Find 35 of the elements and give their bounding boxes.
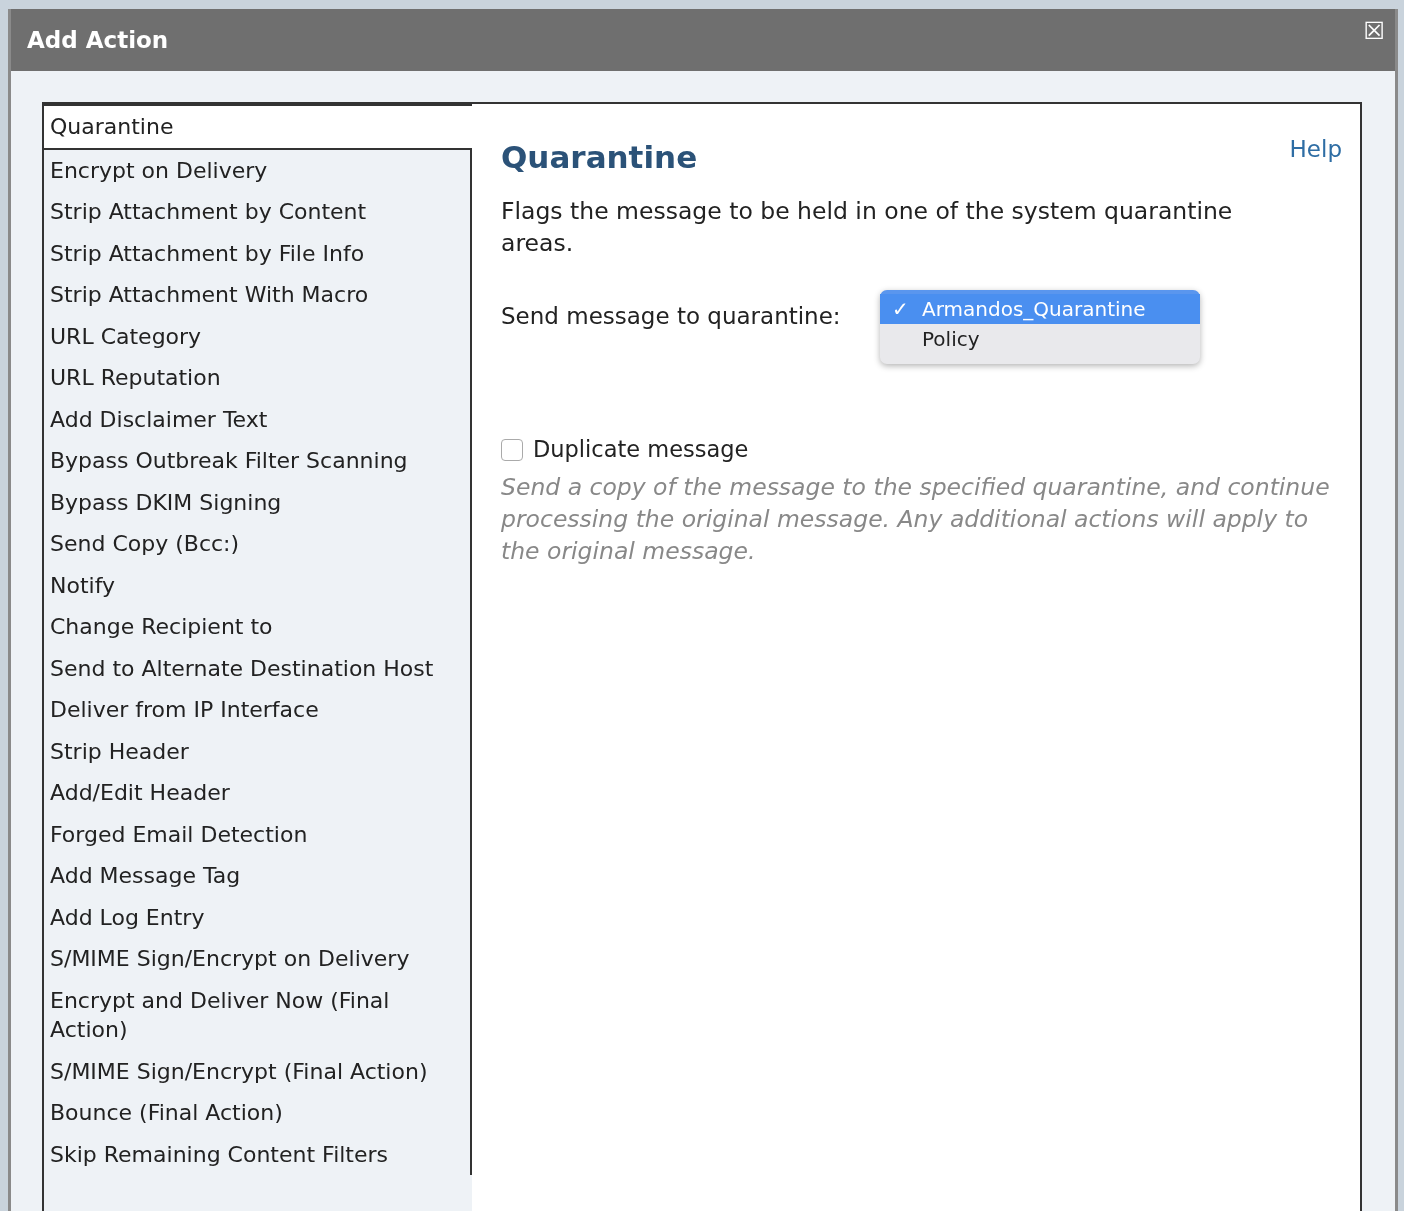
action-item[interactable]: Encrypt and Deliver Now (Final Action)	[44, 979, 472, 1051]
action-item[interactable]: Strip Header	[44, 730, 472, 772]
help-link[interactable]: Help	[1289, 132, 1342, 167]
close-button[interactable]: ☒	[1363, 19, 1385, 43]
quarantine-option[interactable]: Policy	[880, 324, 1200, 354]
action-item[interactable]: URL Reputation	[44, 357, 472, 399]
action-item[interactable]: URL Category	[44, 315, 472, 357]
action-item[interactable]: Add Message Tag	[44, 855, 472, 897]
action-item[interactable]: Deliver from IP Interface	[44, 689, 472, 731]
duplicate-checkbox[interactable]	[501, 438, 523, 461]
duplicate-label: Duplicate message	[533, 435, 749, 464]
action-item[interactable]: Strip Attachment by Content	[44, 191, 472, 233]
action-item[interactable]: Notify	[44, 564, 472, 606]
action-item[interactable]: Bypass Outbreak Filter Scanning	[44, 440, 472, 482]
action-item[interactable]: Strip Attachment by File Info	[44, 232, 472, 274]
action-item[interactable]: Forged Email Detection	[44, 813, 472, 855]
action-item[interactable]: Send to Alternate Destination Host	[44, 647, 472, 689]
action-item[interactable]: S/MIME Sign/Encrypt (Final Action)	[44, 1050, 472, 1092]
action-item[interactable]: Skip Remaining Content Filters	[44, 1133, 472, 1175]
action-description: Flags the message to be held in one of the system quarantine areas.	[501, 195, 1234, 259]
action-item[interactable]: Quarantine	[44, 104, 472, 150]
dialog-title: Add Action	[27, 25, 169, 55]
action-heading: Quarantine	[501, 138, 698, 177]
action-item[interactable]: Encrypt on Delivery	[44, 149, 472, 191]
action-item[interactable]: Add Disclaimer Text	[44, 398, 472, 440]
action-item[interactable]: Add/Edit Header	[44, 772, 472, 814]
action-item[interactable]: Add Log Entry	[44, 896, 472, 938]
action-item[interactable]: Send Copy (Bcc:)	[44, 523, 472, 565]
action-item[interactable]: Bounce (Final Action)	[44, 1092, 472, 1134]
action-item[interactable]: Bypass DKIM Signing	[44, 481, 472, 523]
action-item[interactable]: Change Recipient to	[44, 606, 472, 648]
action-item[interactable]: S/MIME Sign/Encrypt on Delivery	[44, 938, 472, 980]
action-item[interactable]: Strip Attachment With Macro	[44, 274, 472, 316]
duplicate-note: Send a copy of the message to the specified quarantine, and continue processing the original message. Any additional actions will apply to the original message.	[501, 471, 1331, 567]
quarantine-label: Send message to quarantine:	[501, 301, 841, 331]
